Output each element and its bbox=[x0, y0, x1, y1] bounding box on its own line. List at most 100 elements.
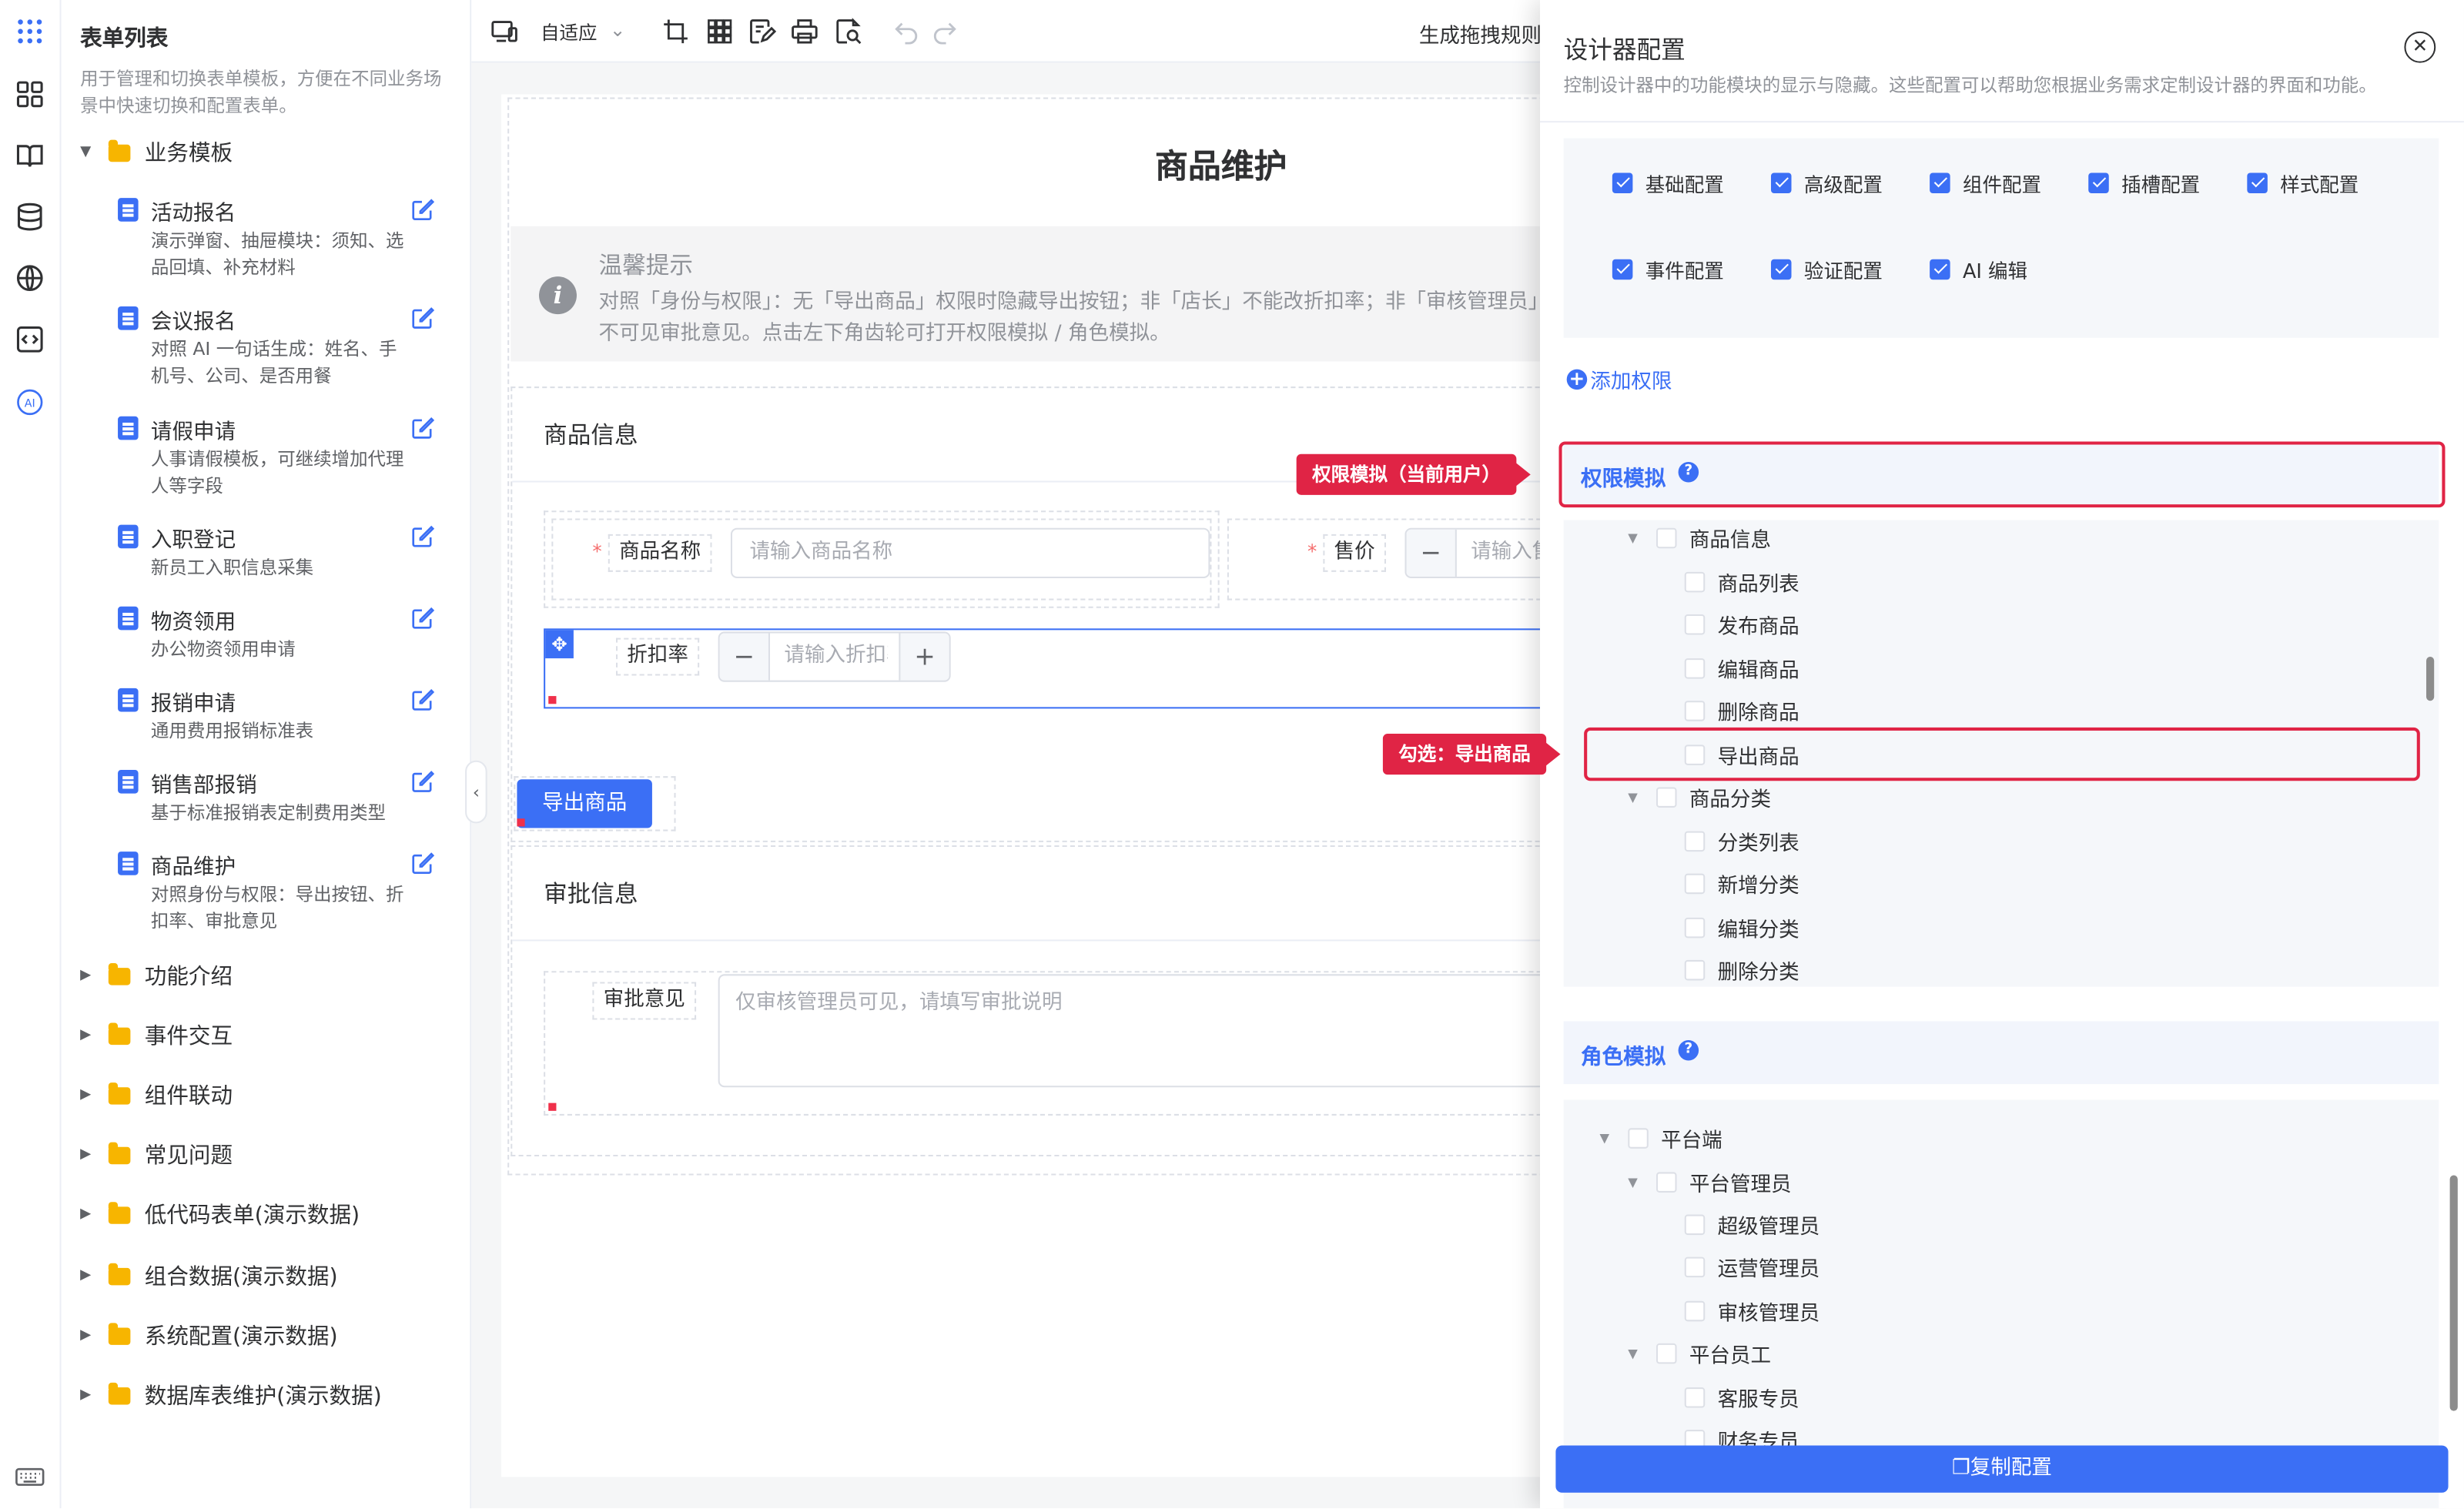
folder-events[interactable]: ▶ 事件交互 bbox=[80, 1019, 233, 1051]
apps-grid-icon[interactable] bbox=[14, 15, 45, 47]
edit-icon[interactable] bbox=[410, 605, 436, 631]
edit-icon[interactable] bbox=[410, 524, 436, 549]
keyboard-icon[interactable] bbox=[14, 1461, 45, 1493]
checkbox-style-config[interactable]: 样式配置 bbox=[2247, 169, 2359, 196]
copy-config-button[interactable]: ❐复制配置 bbox=[1555, 1445, 2449, 1493]
folder-system[interactable]: ▶ 系统配置(演示数据) bbox=[80, 1320, 338, 1351]
tree-node-category-list[interactable]: 分类列表 bbox=[1684, 826, 1799, 855]
checkbox-icon[interactable] bbox=[1684, 1387, 1706, 1407]
tree-node-product-info[interactable]: ▼ 商品信息 bbox=[1628, 524, 1771, 552]
edit-icon[interactable] bbox=[410, 687, 436, 712]
grid-icon[interactable] bbox=[705, 17, 734, 45]
help-icon[interactable]: ? bbox=[1678, 1040, 1699, 1061]
checkbox-icon[interactable] bbox=[1684, 613, 1706, 634]
checkbox-icon[interactable] bbox=[1684, 916, 1706, 938]
checkbox-icon[interactable] bbox=[1684, 700, 1706, 721]
book-icon[interactable] bbox=[14, 140, 45, 172]
checkbox-icon[interactable] bbox=[1684, 1256, 1706, 1277]
required-mark: * bbox=[1307, 540, 1317, 563]
tree-node-platform-admin[interactable]: ▼ 平台管理员 bbox=[1628, 1167, 1792, 1196]
discount-stepper[interactable]: − 请输入折扣率 + bbox=[718, 631, 951, 682]
checkbox-component-config[interactable]: 组件配置 bbox=[1930, 169, 2041, 196]
tree-node-customer-service[interactable]: 客服专员 bbox=[1684, 1383, 1799, 1412]
panel-scrollbar[interactable] bbox=[2449, 1175, 2458, 1411]
chevron-down-icon[interactable]: ⌄ bbox=[610, 18, 626, 41]
folder-features[interactable]: ▶ 功能介绍 bbox=[80, 960, 233, 992]
decrement-button[interactable]: − bbox=[1406, 529, 1457, 577]
folder-lowcode[interactable]: ▶ 低代码表单(演示数据) bbox=[80, 1199, 360, 1230]
tree-node-ops-admin[interactable]: 运营管理员 bbox=[1684, 1253, 1820, 1281]
checkbox-icon[interactable] bbox=[1656, 786, 1677, 807]
tree-node-product-list[interactable]: 商品列表 bbox=[1684, 567, 1799, 596]
edit-icon[interactable] bbox=[410, 415, 436, 440]
edit-form-icon[interactable] bbox=[748, 17, 777, 45]
folder-combined[interactable]: ▶ 组合数据(演示数据) bbox=[80, 1260, 338, 1292]
code-icon[interactable] bbox=[14, 323, 45, 355]
preview-icon[interactable] bbox=[835, 17, 863, 45]
tree-node-product-category[interactable]: ▼ 商品分类 bbox=[1628, 782, 1771, 811]
print-icon[interactable] bbox=[791, 17, 819, 45]
folder-database[interactable]: ▶ 数据库表维护(演示数据) bbox=[80, 1380, 382, 1411]
role-simulation-header[interactable]: 角色模拟 ? bbox=[1563, 1021, 2439, 1085]
approval-textarea[interactable]: 仅审核管理员可见，请填写审批说明 bbox=[718, 974, 1630, 1088]
tree-node-delete-product[interactable]: 删除商品 bbox=[1684, 696, 1799, 725]
folder-linkage[interactable]: ▶ 组件联动 bbox=[80, 1079, 233, 1111]
product-name-input[interactable]: 请输入商品名称 bbox=[730, 527, 1210, 579]
checkbox-slot-config[interactable]: 插槽配置 bbox=[2088, 169, 2200, 196]
checkbox-icon[interactable] bbox=[1684, 872, 1706, 894]
database-icon[interactable] bbox=[14, 201, 45, 233]
checkbox-icon[interactable] bbox=[1684, 959, 1706, 980]
checkbox-icon[interactable] bbox=[1656, 527, 1677, 548]
tree-node-platform-staff[interactable]: ▼ 平台员工 bbox=[1628, 1339, 1771, 1368]
checkbox-ai-edit[interactable]: AI 编辑 bbox=[1930, 256, 2027, 282]
checkbox-icon[interactable] bbox=[1684, 1213, 1706, 1235]
edit-icon[interactable] bbox=[410, 768, 436, 794]
ai-icon[interactable]: AI bbox=[14, 386, 45, 418]
tree-node-review-admin[interactable]: 审核管理员 bbox=[1684, 1297, 1820, 1325]
decrement-button[interactable]: − bbox=[719, 633, 770, 681]
undo-icon[interactable] bbox=[892, 17, 921, 45]
checkbox-icon[interactable] bbox=[1684, 657, 1706, 678]
sidebar-collapse-button[interactable]: ‹ bbox=[465, 760, 487, 824]
tree-node-add-category[interactable]: 新增分类 bbox=[1684, 869, 1799, 898]
active-field-discount[interactable] bbox=[544, 628, 1612, 709]
components-icon[interactable] bbox=[14, 79, 45, 110]
close-icon[interactable]: ✕ bbox=[2404, 31, 2436, 63]
edit-icon[interactable] bbox=[410, 196, 436, 222]
checkbox-basic-config[interactable]: 基础配置 bbox=[1612, 169, 1724, 196]
tree-node-delete-category[interactable]: 删除分类 bbox=[1684, 955, 1799, 985]
mode-select[interactable]: 自适应 bbox=[541, 18, 598, 45]
checkbox-icon[interactable] bbox=[1684, 830, 1706, 852]
checkbox-advanced-config[interactable]: 高级配置 bbox=[1770, 169, 1883, 196]
checkbox-icon[interactable] bbox=[1684, 1300, 1706, 1321]
discount-input[interactable]: 请输入折扣率 bbox=[784, 633, 888, 680]
tree-node-platform[interactable]: ▼ 平台端 bbox=[1600, 1123, 1722, 1153]
scrollbar[interactable] bbox=[2426, 657, 2435, 701]
checkbox-event-config[interactable]: 事件配置 bbox=[1612, 256, 1724, 282]
tree-node-edit-category[interactable]: 编辑分类 bbox=[1684, 913, 1799, 942]
checkbox-icon[interactable] bbox=[1656, 1342, 1677, 1363]
folder-faq[interactable]: ▶ 常见问题 bbox=[80, 1139, 233, 1171]
crop-icon[interactable] bbox=[661, 17, 690, 45]
export-products-button[interactable]: 导出商品 bbox=[517, 779, 652, 828]
tree-node-publish-product[interactable]: 发布商品 bbox=[1684, 610, 1799, 639]
checkbox-icon[interactable] bbox=[1656, 1171, 1677, 1192]
redo-icon[interactable] bbox=[930, 17, 959, 45]
edit-icon[interactable] bbox=[410, 850, 436, 875]
checkbox-validation-config[interactable]: 验证配置 bbox=[1770, 256, 1883, 282]
globe-icon[interactable] bbox=[14, 263, 45, 294]
move-icon[interactable]: ✥ bbox=[545, 630, 574, 659]
tree-node-super-admin[interactable]: 超级管理员 bbox=[1684, 1210, 1820, 1239]
resize-handle[interactable] bbox=[548, 696, 557, 704]
tree-node-edit-product[interactable]: 编辑商品 bbox=[1684, 654, 1799, 683]
resize-handle[interactable] bbox=[517, 818, 525, 827]
device-icon[interactable] bbox=[490, 17, 519, 45]
add-permission-link[interactable]: + 添加权限 bbox=[1566, 364, 1672, 394]
edit-icon[interactable] bbox=[410, 305, 436, 330]
checkbox-icon[interactable] bbox=[1684, 570, 1706, 592]
increment-button[interactable]: + bbox=[899, 633, 949, 681]
folder-business-templates[interactable]: ▼ 业务模板 bbox=[80, 137, 233, 169]
resize-handle[interactable] bbox=[548, 1102, 557, 1111]
generate-rules-button[interactable]: 生成拖拽规则 bbox=[1419, 18, 1542, 49]
checkbox-icon[interactable] bbox=[1628, 1127, 1649, 1148]
